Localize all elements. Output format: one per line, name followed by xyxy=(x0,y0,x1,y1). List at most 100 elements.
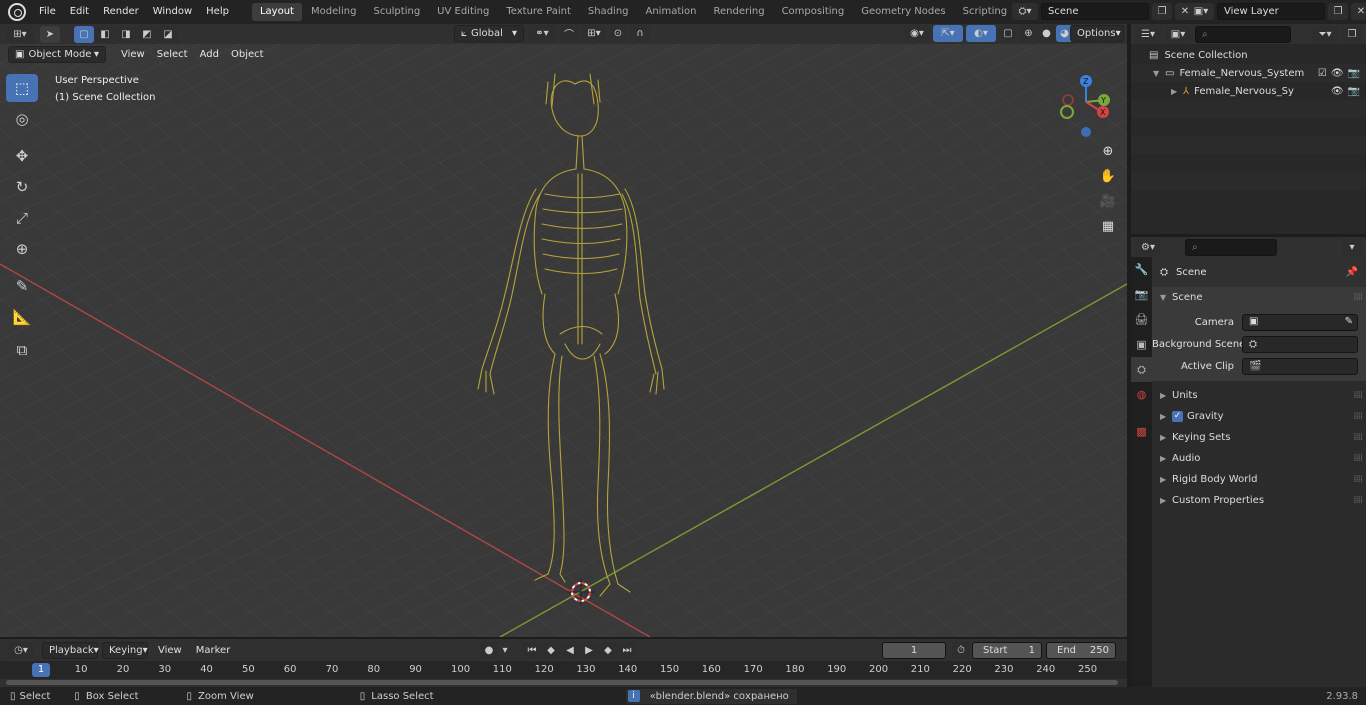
menu-view[interactable]: View xyxy=(115,49,151,60)
panel-scene-header[interactable]: ▼ Scene ⁞⁞⁞⁞ xyxy=(1152,287,1366,308)
measure-tool-icon[interactable]: 📐 xyxy=(6,303,38,331)
texture-tab-icon[interactable]: ▩ xyxy=(1131,419,1152,444)
outliner-object-row[interactable]: ▶ ⅄ Female_Nervous_System 👁 📷 xyxy=(1131,82,1366,100)
drag-handle-icon[interactable]: ⁞⁞⁞⁞ xyxy=(1353,453,1363,464)
properties-search-input[interactable]: ⌕ xyxy=(1185,238,1277,256)
stopwatch-icon[interactable]: ⏱ xyxy=(952,642,970,659)
menu-select[interactable]: Select xyxy=(151,49,194,60)
filter-icon[interactable]: ⏷▾ xyxy=(1312,25,1338,43)
menu-window[interactable]: Window xyxy=(146,0,199,24)
outliner-scene-collection[interactable]: ▤ Scene Collection xyxy=(1131,46,1366,64)
next-keyframe-icon[interactable]: ◆ xyxy=(599,642,617,659)
eyedropper-icon[interactable]: ✎ xyxy=(1345,314,1353,330)
panel-keying-sets[interactable]: ▶ Keying Sets ⁞⁞⁞⁞ xyxy=(1152,427,1366,448)
tool-tab-icon[interactable]: 🔧 xyxy=(1131,257,1152,282)
output-tab-icon[interactable]: 🖨 xyxy=(1131,307,1152,332)
timeline-editor-icon[interactable]: ◷▾ xyxy=(8,641,34,659)
gravity-checkbox[interactable]: ✓ xyxy=(1172,411,1183,422)
playback-menu[interactable]: Playback ▾ xyxy=(42,641,99,659)
blender-logo-icon[interactable] xyxy=(8,3,26,21)
view-layer-tab-icon[interactable]: ▣ xyxy=(1131,332,1152,357)
menu-edit[interactable]: Edit xyxy=(63,0,96,24)
tab-rendering[interactable]: Rendering xyxy=(705,3,772,21)
drag-handle-icon[interactable]: ⁞⁞⁞⁞ xyxy=(1353,432,1363,443)
scene-icon[interactable]: ⛭▾ xyxy=(1012,3,1038,20)
panel-rigid-body-world[interactable]: ▶ Rigid Body World ⁞⁞⁞⁞ xyxy=(1152,469,1366,490)
world-tab-icon[interactable]: ◍ xyxy=(1131,382,1152,407)
drag-handle-icon[interactable]: ⁞⁞⁞⁞ xyxy=(1353,390,1363,401)
panel-audio[interactable]: ▶ Audio ⁞⁞⁞⁞ xyxy=(1152,448,1366,469)
render-tab-icon[interactable]: 📷 xyxy=(1131,282,1152,307)
drag-handle-icon[interactable]: ⁞⁞⁞⁞ xyxy=(1353,474,1363,485)
menu-render[interactable]: Render xyxy=(96,0,146,24)
select-tweak-icon[interactable]: ➤ xyxy=(40,25,60,43)
new-view-layer-icon[interactable]: ❐ xyxy=(1328,3,1348,20)
timeline-scrollbar[interactable] xyxy=(6,680,1118,685)
end-frame-field[interactable]: End 250 xyxy=(1046,642,1116,659)
keying-menu[interactable]: Keying ▾ xyxy=(102,641,148,659)
snap-icon[interactable]: ⌒ xyxy=(560,25,578,42)
camera-field[interactable]: ▣ ✎ xyxy=(1242,313,1358,331)
menu-add[interactable]: Add xyxy=(194,49,225,60)
xray-icon[interactable]: ▢ xyxy=(999,25,1017,42)
select-extend-icon[interactable]: ◧ xyxy=(95,25,115,43)
render-camera-icon[interactable]: 📷 xyxy=(1348,68,1360,79)
new-collection-icon[interactable]: ❐ xyxy=(1342,25,1362,43)
solid-shading-icon[interactable]: ● xyxy=(1038,25,1055,42)
outliner-search-input[interactable]: ⌕ xyxy=(1195,25,1291,43)
prev-keyframe-icon[interactable]: ◆ xyxy=(542,642,560,659)
expand-triangle-icon[interactable]: ▼ xyxy=(1153,69,1165,78)
visibility-icon[interactable]: ◉▾ xyxy=(904,25,930,42)
eye-icon[interactable]: 👁 xyxy=(1331,68,1344,79)
tab-texture-paint[interactable]: Texture Paint xyxy=(498,3,579,21)
play-icon[interactable]: ▶ xyxy=(580,642,598,659)
falloff-icon[interactable]: ∩ xyxy=(630,25,650,42)
select-intersect-icon[interactable]: ◪ xyxy=(158,25,178,43)
panel-gravity[interactable]: ▶ ✓ Gravity ⁞⁞⁞⁞ xyxy=(1152,406,1366,427)
background-scene-field[interactable]: ⛭ xyxy=(1242,335,1358,353)
gizmo-icon[interactable]: ⇱▾ xyxy=(933,25,963,42)
view-layer-icon[interactable]: ▣▾ xyxy=(1188,3,1214,20)
properties-options-icon[interactable]: ▾ xyxy=(1342,238,1362,256)
options-dropdown[interactable]: Options ▾ xyxy=(1070,25,1124,42)
ortho-grid-icon[interactable]: ▦ xyxy=(1097,215,1119,237)
scale-tool-icon[interactable]: ⤢ xyxy=(6,204,38,232)
expand-triangle-icon[interactable]: ▶ xyxy=(1171,87,1183,96)
select-new-icon[interactable]: ▢ xyxy=(74,25,94,43)
overlay-icon[interactable]: ◐▾ xyxy=(966,25,996,42)
exclude-checkbox-icon[interactable]: ☑ xyxy=(1318,68,1327,79)
scene-name-field[interactable]: Scene xyxy=(1041,3,1149,20)
pan-hand-icon[interactable]: ✋ xyxy=(1097,165,1119,187)
pivot-icon[interactable]: ⚭▾ xyxy=(528,25,556,42)
jump-start-icon[interactable]: ⏮ xyxy=(523,642,541,659)
drag-handle-icon[interactable]: ⁞⁞⁞⁞ xyxy=(1353,411,1363,422)
tab-compositing[interactable]: Compositing xyxy=(774,3,853,21)
mode-dropdown[interactable]: ▣ Object Mode ▾ xyxy=(8,45,106,63)
properties-editor-icon[interactable]: ⚙▾ xyxy=(1135,238,1161,256)
editor-type-icon[interactable]: ⊞▾ xyxy=(6,25,34,43)
playhead[interactable]: 1 xyxy=(32,663,50,677)
eye-icon[interactable]: 👁 xyxy=(1331,86,1344,97)
tab-geometry-nodes[interactable]: Geometry Nodes xyxy=(853,3,953,21)
tab-layout[interactable]: Layout xyxy=(251,3,302,21)
record-icon[interactable]: ● xyxy=(480,642,498,659)
drag-handle-icon[interactable]: ⁞⁞⁞⁞ xyxy=(1353,292,1363,303)
navigation-gizmo[interactable]: Z Y X xyxy=(1055,72,1117,144)
scene-tab-icon[interactable]: ⛭ xyxy=(1131,357,1152,382)
annotate-tool-icon[interactable]: ✎ xyxy=(6,272,38,300)
select-subtract-icon[interactable]: ◨ xyxy=(116,25,136,43)
tab-modeling[interactable]: Modeling xyxy=(303,3,365,21)
panel-custom-properties[interactable]: ▶ Custom Properties ⁞⁞⁞⁞ xyxy=(1152,490,1366,511)
delete-view-layer-icon[interactable]: ✕ xyxy=(1351,3,1366,20)
move-tool-icon[interactable]: ✥ xyxy=(6,142,38,170)
menu-file[interactable]: File xyxy=(32,0,63,24)
wireframe-shading-icon[interactable]: ⊕ xyxy=(1020,25,1037,42)
menu-object[interactable]: Object xyxy=(225,49,270,60)
jump-end-icon[interactable]: ⏭ xyxy=(618,642,636,659)
3d-viewport[interactable]: User Perspective (1) Scene Collection Z … xyxy=(0,44,1127,637)
camera-view-icon[interactable]: 🎥 xyxy=(1097,190,1119,212)
current-frame-field[interactable]: 1 xyxy=(882,642,946,659)
play-reverse-icon[interactable]: ◀ xyxy=(561,642,579,659)
timeline-marker-menu[interactable]: Marker xyxy=(192,645,235,656)
select-box-tool-icon[interactable]: ⬚ xyxy=(6,74,38,102)
